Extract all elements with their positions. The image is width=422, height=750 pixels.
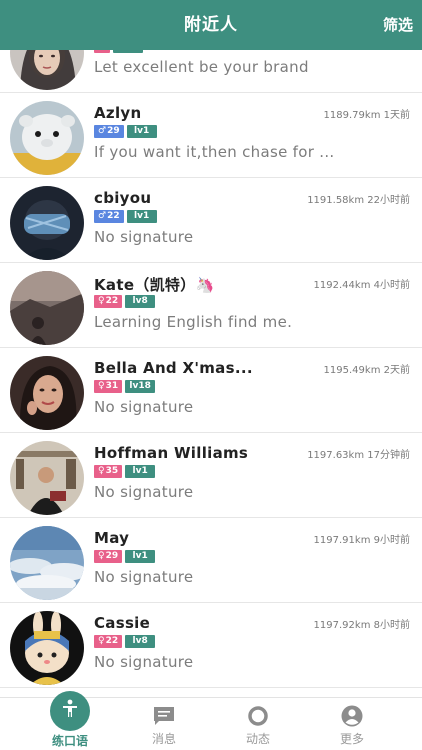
gender-age-badge: ♂ 29 bbox=[94, 125, 124, 138]
distance-time: 1197.91km 9小时前 bbox=[314, 531, 410, 546]
user-row[interactable]: Cassie 1197.92km 8小时前 ♀ 22 lv8 No signatu… bbox=[0, 603, 422, 688]
level-badge: lv1 bbox=[125, 465, 156, 478]
top-bar: 附近人 筛选 bbox=[0, 0, 422, 50]
user-row[interactable]: Azlyn 1189.79km 1天前 ♂ 29 lv1 If you want … bbox=[0, 93, 422, 178]
avatar bbox=[10, 526, 84, 600]
user-badges: ♀ bbox=[94, 50, 143, 53]
female-icon: ♀ bbox=[98, 466, 105, 476]
user-signature: Let excellent be your brand bbox=[94, 58, 309, 76]
female-icon: ♀ bbox=[98, 551, 105, 561]
avatar bbox=[10, 50, 84, 90]
tab-messages[interactable]: 消息 bbox=[124, 698, 204, 750]
person-icon bbox=[63, 699, 77, 717]
user-signature: If you want it,then chase for ... bbox=[94, 143, 335, 161]
last-active: 1天前 bbox=[383, 110, 410, 121]
female-icon: ♀ bbox=[98, 296, 105, 306]
user-badges: ♀ 22 lv8 bbox=[94, 295, 156, 308]
user-badges: ♂ 29 lv1 bbox=[94, 125, 157, 138]
user-signature: No signature bbox=[94, 228, 194, 246]
nearby-user-list[interactable]: ♀ Let excellent be your brand Azlyn bbox=[0, 50, 422, 697]
level-badge bbox=[112, 50, 143, 53]
user-name: May bbox=[94, 529, 130, 547]
distance-time: 1191.58km 22小时前 bbox=[307, 191, 410, 206]
user-row[interactable]: Bella And X'mas... 1195.49km 2天前 ♀ 31 lv1… bbox=[0, 348, 422, 433]
page-title: 附近人 bbox=[184, 15, 238, 35]
last-active: 9小时前 bbox=[373, 535, 410, 546]
distance: 1197.63km bbox=[307, 450, 365, 461]
user-signature: Learning English find me. bbox=[94, 313, 293, 331]
user-name: Hoffman Williams bbox=[94, 444, 249, 462]
user-name: Azlyn bbox=[94, 104, 142, 122]
last-active: 8小时前 bbox=[373, 620, 410, 631]
tab-more[interactable]: 更多 bbox=[312, 698, 392, 750]
last-active: 22小时前 bbox=[367, 195, 410, 206]
avatar bbox=[10, 356, 84, 430]
user-signature: No signature bbox=[94, 653, 194, 671]
user-signature: No signature bbox=[94, 568, 194, 586]
distance: 1197.91km bbox=[313, 535, 371, 546]
user-badges: ♀ 31 lv18 bbox=[94, 380, 156, 393]
user-row[interactable]: Kate（凯特）🦄 1192.44km 4小时前 ♀ 22 lv8 Learnin… bbox=[0, 263, 422, 348]
distance: 1189.79km bbox=[323, 110, 381, 121]
last-active: 17分钟前 bbox=[367, 450, 410, 461]
user-signature: No signature bbox=[94, 398, 194, 416]
user-name: cbiyou bbox=[94, 189, 152, 207]
distance-time: 1192.44km 4小时前 bbox=[314, 276, 410, 291]
filter-button[interactable]: 筛选 bbox=[383, 0, 413, 50]
message-icon bbox=[154, 707, 174, 725]
level-badge: lv1 bbox=[126, 210, 157, 223]
male-icon: ♂ bbox=[98, 211, 107, 221]
distance-time: 1189.79km 1天前 bbox=[324, 106, 410, 121]
avatar bbox=[10, 611, 84, 685]
avatar bbox=[10, 441, 84, 515]
level-badge: lv1 bbox=[126, 125, 157, 138]
gender-age-badge: ♀ 22 bbox=[94, 635, 123, 648]
gender-age-badge: ♂ 22 bbox=[94, 210, 124, 223]
gender-age-badge: ♀ 31 bbox=[94, 380, 123, 393]
female-icon: ♀ bbox=[98, 381, 105, 391]
last-active: 4小时前 bbox=[373, 280, 410, 291]
level-badge: lv8 bbox=[125, 635, 156, 648]
tab-moments[interactable]: 动态 bbox=[218, 698, 298, 750]
male-icon: ♂ bbox=[98, 126, 107, 136]
gender-age-badge: ♀ 35 bbox=[94, 465, 123, 478]
distance: 1197.92km bbox=[313, 620, 371, 631]
distance-time: 1195.49km 2天前 bbox=[324, 361, 410, 376]
profile-icon bbox=[341, 705, 363, 727]
level-badge: lv8 bbox=[125, 295, 156, 308]
ring-icon bbox=[248, 706, 268, 726]
avatar bbox=[10, 101, 84, 175]
user-name: Kate（凯特）🦄 bbox=[94, 276, 215, 294]
avatar bbox=[10, 271, 84, 345]
bottom-tab-bar: 练口语 消息 动态 更多 bbox=[0, 691, 422, 750]
female-icon: ♀ bbox=[98, 50, 105, 53]
gender-age-badge: ♀ bbox=[94, 50, 110, 53]
level-badge: lv18 bbox=[125, 380, 156, 393]
user-name: Cassie bbox=[94, 614, 151, 632]
user-row[interactable]: ♀ Let excellent be your brand bbox=[0, 50, 422, 93]
distance: 1191.58km bbox=[307, 195, 365, 206]
user-row[interactable]: cbiyou 1191.58km 22小时前 ♂ 22 lv1 No signat… bbox=[0, 178, 422, 263]
distance-time: 1197.92km 8小时前 bbox=[314, 616, 410, 631]
avatar bbox=[10, 186, 84, 260]
tab-practice-speaking[interactable]: 练口语 bbox=[30, 691, 110, 750]
female-icon: ♀ bbox=[98, 636, 105, 646]
user-badges: ♀ 22 lv8 bbox=[94, 635, 156, 648]
distance: 1195.49km bbox=[323, 365, 381, 376]
gender-age-badge: ♀ 29 bbox=[94, 550, 123, 563]
user-name: Bella And X'mas... bbox=[94, 359, 253, 377]
user-row[interactable]: May 1197.91km 9小时前 ♀ 29 lv1 No signature bbox=[0, 518, 422, 603]
distance: 1192.44km bbox=[313, 280, 371, 291]
user-badges: ♀ 29 lv1 bbox=[94, 550, 156, 563]
last-active: 2天前 bbox=[383, 365, 410, 376]
user-badges: ♂ 22 lv1 bbox=[94, 210, 157, 223]
distance-time: 1197.63km 17分钟前 bbox=[307, 446, 410, 461]
user-badges: ♀ 35 lv1 bbox=[94, 465, 156, 478]
gender-age-badge: ♀ 22 bbox=[94, 295, 123, 308]
level-badge: lv1 bbox=[125, 550, 156, 563]
user-signature: No signature bbox=[94, 483, 194, 501]
user-row[interactable]: Hoffman Williams 1197.63km 17分钟前 ♀ 35 lv1… bbox=[0, 433, 422, 518]
